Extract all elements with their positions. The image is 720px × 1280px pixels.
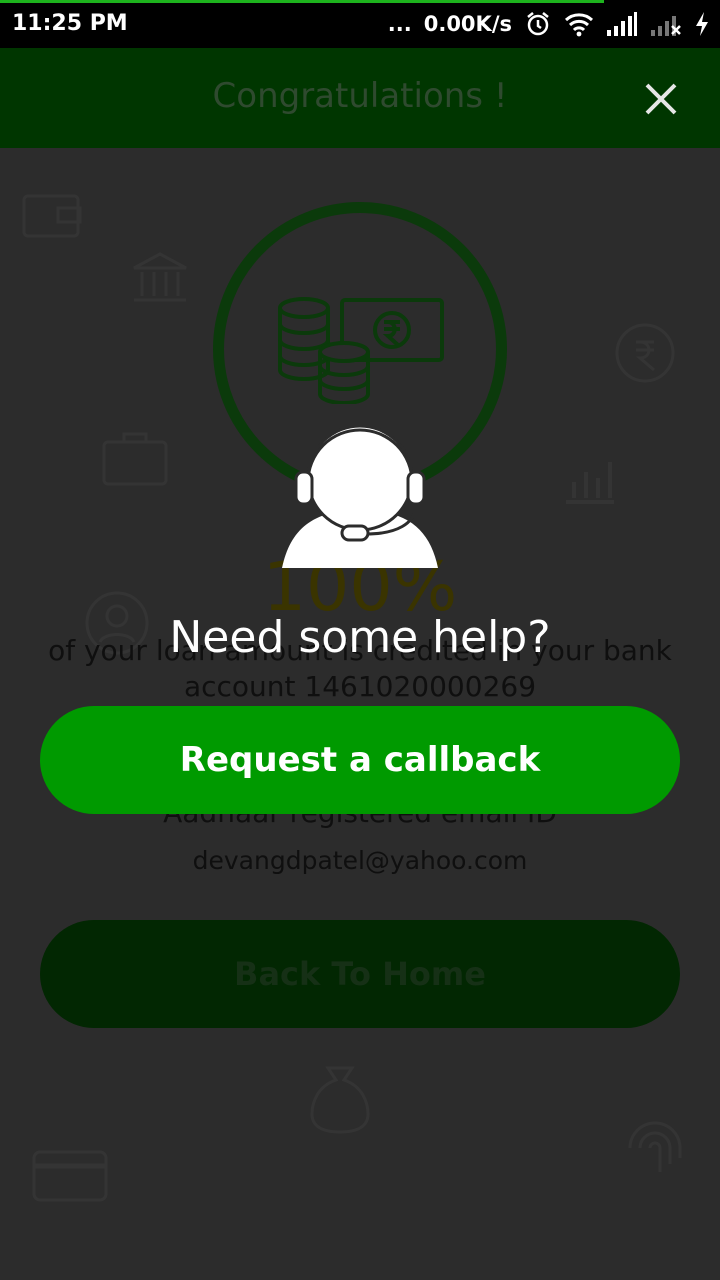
wallet-icon xyxy=(20,188,84,247)
alarm-icon xyxy=(524,10,552,38)
credit-message-line2: account 1461020000269 xyxy=(183,670,537,703)
card-icon xyxy=(30,1148,110,1209)
money-icon xyxy=(276,294,448,409)
help-title: Need some help? xyxy=(169,612,551,663)
status-time: 11:25 PM xyxy=(12,11,128,36)
signal-icon xyxy=(606,12,638,36)
chart-icon xyxy=(560,448,620,513)
wifi-icon xyxy=(564,11,594,37)
customer-support-icon xyxy=(282,418,438,568)
request-callback-button[interactable]: Request a callback xyxy=(40,706,680,814)
charging-icon xyxy=(694,11,710,37)
money-bag-icon xyxy=(300,1058,380,1143)
status-bar: 11:25 PM ... 0.00K/s xyxy=(0,0,720,48)
status-dots: ... xyxy=(387,12,412,36)
page-load-progress xyxy=(0,0,604,3)
back-to-home-button[interactable]: Back To Home xyxy=(40,920,680,1028)
fingerprint-icon xyxy=(620,1108,690,1193)
briefcase-icon xyxy=(100,428,170,493)
close-icon[interactable] xyxy=(636,74,686,124)
signal-off-icon xyxy=(650,12,682,36)
status-icons: ... 0.00K/s xyxy=(388,8,710,40)
network-speed: 0.00K/s xyxy=(423,12,512,36)
page-title: Congratulations ! xyxy=(212,76,508,116)
rupee-coin-icon xyxy=(610,318,680,393)
bank-icon xyxy=(130,248,190,313)
email-value: devangdpatel@yahoo.com xyxy=(192,846,528,875)
app-bar: Congratulations ! xyxy=(0,48,720,148)
